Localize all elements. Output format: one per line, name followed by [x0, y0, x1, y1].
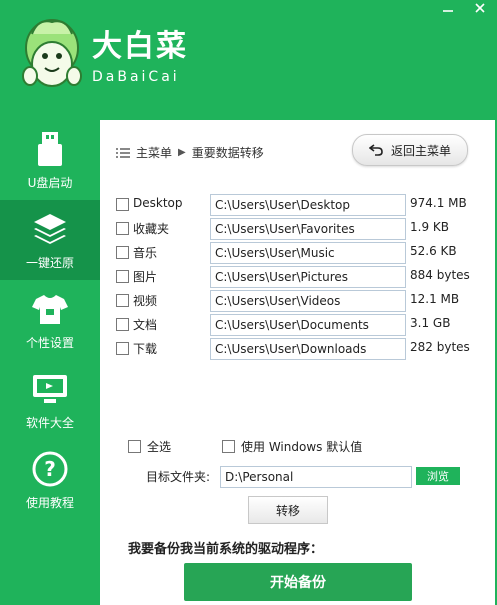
header: 大白菜 DaBaiCai [0, 0, 497, 120]
folder-checkbox[interactable] [116, 318, 129, 331]
list-item: 视频 C:\Users\User\Videos 12.1 MB [116, 290, 486, 312]
windows-default-label: 使用 Windows 默认值 [241, 440, 363, 454]
sidebar-item-tutorial[interactable]: ? 使用教程 [0, 440, 100, 520]
transfer-button[interactable]: 转移 [248, 496, 328, 524]
driver-backup-title: 我要备份我当前系统的驱动程序： [128, 542, 324, 557]
folder-path-field[interactable]: C:\Users\User\Downloads [210, 338, 406, 360]
folder-name: 图片 [133, 270, 158, 284]
sidebar-item-label: 一键还原 [25, 256, 74, 270]
sidebar-item-software[interactable]: 软件大全 [0, 360, 100, 440]
usb-icon [37, 132, 63, 166]
app-window: 大白菜 DaBaiCai U盘启动 一键还原 个性设置 软件大全 ? 使用教程 … [0, 0, 497, 605]
folder-checkbox[interactable] [116, 294, 129, 307]
menu-list-icon [116, 147, 130, 158]
folder-size: 974.1 MB [410, 196, 467, 210]
start-backup-button[interactable]: 开始备份 [184, 563, 412, 601]
folder-name: 下载 [133, 342, 158, 356]
list-item: 图片 C:\Users\User\Pictures 884 bytes [116, 266, 486, 288]
sidebar-item-label: U盘启动 [27, 176, 73, 190]
window-controls [439, 0, 489, 16]
folder-checkbox[interactable] [116, 342, 129, 355]
target-folder-label: 目标文件夹: [146, 470, 211, 484]
select-all-option[interactable]: 全选 [128, 438, 171, 455]
target-folder-input[interactable]: D:\Personal [220, 466, 412, 488]
list-item: 音乐 C:\Users\User\Music 52.6 KB [116, 242, 486, 264]
folder-name: Desktop [133, 196, 183, 210]
help-icon: ? [32, 451, 68, 487]
folder-name: 视频 [133, 294, 158, 308]
folder-path-field[interactable]: C:\Users\User\Favorites [210, 218, 406, 240]
folder-size: 884 bytes [410, 268, 470, 282]
folder-name: 收藏夹 [133, 222, 170, 236]
monitor-icon [32, 372, 68, 406]
list-item: 文档 C:\Users\User\Documents 3.1 GB [116, 314, 486, 336]
folder-name: 文档 [133, 318, 158, 332]
folder-size: 282 bytes [410, 340, 470, 354]
folder-name: 音乐 [133, 246, 158, 260]
cabbage-mascot-logo [18, 14, 86, 98]
folder-path-field[interactable]: C:\Users\User\Desktop [210, 194, 406, 216]
brand: 大白菜 DaBaiCai [92, 30, 188, 86]
sidebar-item-usb-boot[interactable]: U盘启动 [0, 120, 100, 200]
folder-size: 12.1 MB [410, 292, 460, 306]
folder-checkbox[interactable] [116, 246, 129, 259]
folder-checkbox[interactable] [116, 198, 129, 211]
sidebar-item-label: 个性设置 [25, 336, 74, 350]
folder-size: 3.1 GB [410, 316, 451, 330]
layers-icon [32, 212, 68, 246]
sidebar: U盘启动 一键还原 个性设置 软件大全 ? 使用教程 [0, 120, 100, 605]
close-icon [475, 3, 485, 13]
back-to-main-menu-button[interactable]: 返回主菜单 [352, 134, 468, 166]
minimize-button[interactable] [439, 0, 457, 16]
folder-path-field[interactable]: C:\Users\User\Documents [210, 314, 406, 336]
sidebar-item-label: 使用教程 [25, 496, 74, 510]
list-item: 下载 C:\Users\User\Downloads 282 bytes [116, 338, 486, 360]
windows-default-option[interactable]: 使用 Windows 默认值 [222, 438, 362, 455]
sidebar-item-label: 软件大全 [25, 416, 74, 430]
brand-name-cn: 大白菜 [92, 29, 188, 64]
tshirt-icon [32, 292, 68, 326]
folder-checkbox[interactable] [116, 222, 129, 235]
brand-name-en: DaBaiCai [92, 69, 180, 85]
breadcrumb: 主菜单 ▶ 重要数据转移 [116, 144, 264, 161]
return-arrow-icon [368, 144, 383, 156]
minimize-icon [443, 10, 453, 12]
breadcrumb-current: 重要数据转移 [191, 146, 264, 160]
folder-path-field[interactable]: C:\Users\User\Pictures [210, 266, 406, 288]
svg-text:?: ? [44, 457, 56, 481]
chevron-right-icon: ▶ [178, 147, 186, 158]
close-button[interactable] [471, 0, 489, 16]
folder-size: 52.6 KB [410, 244, 457, 258]
breadcrumb-root[interactable]: 主菜单 [136, 144, 172, 161]
select-all-checkbox[interactable] [128, 440, 141, 453]
select-all-label: 全选 [147, 440, 172, 454]
main-panel: 主菜单 ▶ 重要数据转移 返回主菜单 Desktop C:\Users\User… [100, 120, 497, 605]
sidebar-item-one-click-restore[interactable]: 一键还原 [0, 200, 100, 280]
folder-path-field[interactable]: C:\Users\User\Videos [210, 290, 406, 312]
browse-button[interactable]: 浏览 [416, 467, 460, 485]
folder-checkbox[interactable] [116, 270, 129, 283]
sidebar-item-personalize[interactable]: 个性设置 [0, 280, 100, 360]
list-item: Desktop C:\Users\User\Desktop 974.1 MB [116, 194, 486, 216]
back-button-label: 返回主菜单 [390, 143, 451, 158]
folder-size: 1.9 KB [410, 220, 449, 234]
folder-path-field[interactable]: C:\Users\User\Music [210, 242, 406, 264]
windows-default-checkbox[interactable] [222, 440, 235, 453]
list-item: 收藏夹 C:\Users\User\Favorites 1.9 KB [116, 218, 486, 240]
